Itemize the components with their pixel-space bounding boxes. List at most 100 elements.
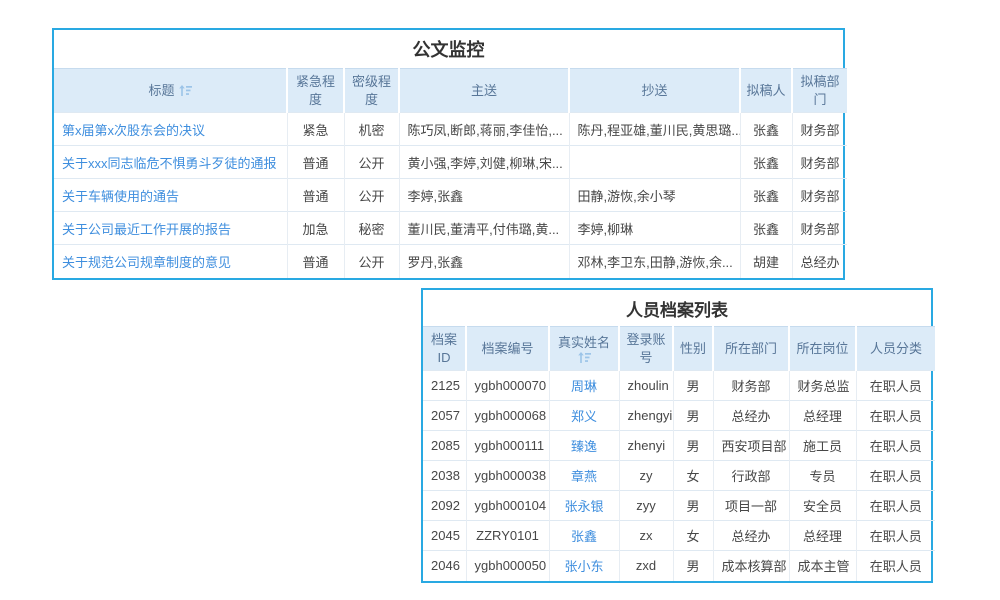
cell-dept: 总经办 bbox=[713, 401, 789, 431]
cell-name: 周琳 bbox=[549, 371, 619, 401]
document-title-link[interactable]: 第x届第x次股东会的决议 bbox=[62, 123, 205, 138]
cell-name: 张永银 bbox=[549, 491, 619, 521]
table-row: 第x届第x次股东会的决议紧急机密陈巧凤,断郎,蒋丽,李佳怡,...陈丹,程亚雄,… bbox=[54, 113, 847, 146]
cell-title: 关于公司最近工作开展的报告 bbox=[54, 212, 287, 245]
doc-header-row: 标题紧急程度密级程度主送抄送拟稿人拟稿部门 bbox=[54, 69, 847, 113]
cell-account: zy bbox=[619, 461, 673, 491]
document-title-link[interactable]: 关于xxx同志临危不惧勇斗歹徒的通报 bbox=[62, 156, 277, 171]
cell-gender: 男 bbox=[673, 371, 713, 401]
table-row: 2057ygbh000068郑义zhengyi男总经办总经理在职人员 bbox=[423, 401, 935, 431]
page: 公文监控 标题紧急程度密级程度主送抄送拟稿人拟稿部门 第x届第x次股东会的决议紧… bbox=[0, 0, 1000, 600]
document-title-link[interactable]: 关于规范公司规章制度的意见 bbox=[62, 255, 231, 270]
table-row: 关于公司最近工作开展的报告加急秘密董川民,董清平,付伟璐,黄...李婷,柳琳张鑫… bbox=[54, 212, 847, 245]
cell-category: 在职人员 bbox=[856, 461, 935, 491]
table-row: 2085ygbh000111臻逸zhenyi男西安项目部施工员在职人员 bbox=[423, 431, 935, 461]
sort-icon[interactable] bbox=[179, 85, 192, 96]
cell-post: 施工员 bbox=[789, 431, 856, 461]
cell-main_to: 陈巧凤,断郎,蒋丽,李佳怡,... bbox=[399, 113, 569, 146]
cell-urgency: 紧急 bbox=[287, 113, 344, 146]
column-label: 拟稿人 bbox=[746, 83, 785, 98]
cell-title: 第x届第x次股东会的决议 bbox=[54, 113, 287, 146]
personnel-table-body: 2125ygbh000070周琳zhoulin男财务部财务总监在职人员2057y… bbox=[423, 371, 935, 581]
cell-category: 在职人员 bbox=[856, 551, 935, 581]
column-label: 真实姓名 bbox=[558, 335, 610, 350]
cell-main_to: 罗丹,张鑫 bbox=[399, 245, 569, 278]
cell-dept: 财务部 bbox=[713, 371, 789, 401]
table-row: 关于规范公司规章制度的意见普通公开罗丹,张鑫邓林,李卫东,田静,游恢,余...胡… bbox=[54, 245, 847, 278]
person-name-link[interactable]: 郑义 bbox=[571, 409, 597, 424]
cell-cc: 邓林,李卫东,田静,游恢,余... bbox=[569, 245, 740, 278]
cell-account: zx bbox=[619, 521, 673, 551]
cell-dept: 财务部 bbox=[792, 212, 847, 245]
column-header-id: 档案ID bbox=[423, 327, 466, 371]
document-title-link[interactable]: 关于车辆使用的通告 bbox=[62, 189, 179, 204]
cell-dept: 总经办 bbox=[792, 245, 847, 278]
cell-dept: 项目一部 bbox=[713, 491, 789, 521]
table-row: 2045ZZRY0101张鑫zx女总经办总经理在职人员 bbox=[423, 521, 935, 551]
column-header-name[interactable]: 真实姓名 bbox=[549, 327, 619, 371]
cell-code: ZZRY0101 bbox=[466, 521, 549, 551]
cell-post: 财务总监 bbox=[789, 371, 856, 401]
cell-gender: 男 bbox=[673, 431, 713, 461]
column-header-post: 所在岗位 bbox=[789, 327, 856, 371]
column-header-code: 档案编号 bbox=[466, 327, 549, 371]
column-label: 主送 bbox=[471, 83, 497, 98]
cell-secrecy: 公开 bbox=[344, 179, 399, 212]
cell-gender: 男 bbox=[673, 401, 713, 431]
person-name-link[interactable]: 臻逸 bbox=[571, 439, 597, 454]
column-header-dept: 所在部门 bbox=[713, 327, 789, 371]
cell-urgency: 加急 bbox=[287, 212, 344, 245]
cell-account: zhoulin bbox=[619, 371, 673, 401]
personnel-archive-table: 档案ID档案编号真实姓名登录账号性别所在部门所在岗位人员分类 2125ygbh0… bbox=[423, 326, 935, 581]
person-name-link[interactable]: 张鑫 bbox=[571, 529, 597, 544]
table-row: 2092ygbh000104张永银zyy男项目一部安全员在职人员 bbox=[423, 491, 935, 521]
cell-dept: 西安项目部 bbox=[713, 431, 789, 461]
person-name-link[interactable]: 章燕 bbox=[571, 469, 597, 484]
cell-name: 张鑫 bbox=[549, 521, 619, 551]
cell-gender: 男 bbox=[673, 491, 713, 521]
sort-icon[interactable] bbox=[553, 352, 615, 363]
personnel-archive-panel: 人员档案列表 档案ID档案编号真实姓名登录账号性别所在部门所在岗位人员分类 21… bbox=[421, 288, 933, 583]
person-name-link[interactable]: 张小东 bbox=[564, 559, 603, 574]
cell-title: 关于xxx同志临危不惧勇斗歹徒的通报 bbox=[54, 146, 287, 179]
cell-id: 2057 bbox=[423, 401, 466, 431]
cell-account: zxd bbox=[619, 551, 673, 581]
cell-secrecy: 秘密 bbox=[344, 212, 399, 245]
table-row: 2038ygbh000038章燕zy女行政部专员在职人员 bbox=[423, 461, 935, 491]
document-monitor-table: 标题紧急程度密级程度主送抄送拟稿人拟稿部门 第x届第x次股东会的决议紧急机密陈巧… bbox=[54, 68, 847, 278]
cell-name: 臻逸 bbox=[549, 431, 619, 461]
cell-post: 专员 bbox=[789, 461, 856, 491]
table-row: 2125ygbh000070周琳zhoulin男财务部财务总监在职人员 bbox=[423, 371, 935, 401]
column-header-title[interactable]: 标题 bbox=[54, 69, 287, 113]
cell-dept: 行政部 bbox=[713, 461, 789, 491]
cell-dept: 财务部 bbox=[792, 179, 847, 212]
cell-name: 章燕 bbox=[549, 461, 619, 491]
cell-id: 2045 bbox=[423, 521, 466, 551]
column-label: 性别 bbox=[680, 341, 706, 356]
cell-code: ygbh000050 bbox=[466, 551, 549, 581]
column-header-drafter: 拟稿人 bbox=[740, 69, 792, 113]
cell-main_to: 董川民,董清平,付伟璐,黄... bbox=[399, 212, 569, 245]
cell-urgency: 普通 bbox=[287, 245, 344, 278]
cell-category: 在职人员 bbox=[856, 371, 935, 401]
column-label: 档案ID bbox=[431, 332, 457, 365]
cell-gender: 女 bbox=[673, 521, 713, 551]
column-header-urgency: 紧急程度 bbox=[287, 69, 344, 113]
cell-account: zhengyi bbox=[619, 401, 673, 431]
cell-cc bbox=[569, 146, 740, 179]
column-header-account: 登录账号 bbox=[619, 327, 673, 371]
cell-account: zyy bbox=[619, 491, 673, 521]
column-label: 拟稿部门 bbox=[800, 74, 839, 107]
cell-drafter: 胡建 bbox=[740, 245, 792, 278]
person-name-link[interactable]: 张永银 bbox=[564, 499, 603, 514]
person-name-link[interactable]: 周琳 bbox=[571, 379, 597, 394]
cell-drafter: 张鑫 bbox=[740, 146, 792, 179]
table-row: 2046ygbh000050张小东zxd男成本核算部成本主管在职人员 bbox=[423, 551, 935, 581]
cell-category: 在职人员 bbox=[856, 401, 935, 431]
cell-gender: 男 bbox=[673, 551, 713, 581]
cell-category: 在职人员 bbox=[856, 521, 935, 551]
cell-id: 2046 bbox=[423, 551, 466, 581]
column-header-secrecy: 密级程度 bbox=[344, 69, 399, 113]
cell-id: 2038 bbox=[423, 461, 466, 491]
document-title-link[interactable]: 关于公司最近工作开展的报告 bbox=[62, 222, 231, 237]
